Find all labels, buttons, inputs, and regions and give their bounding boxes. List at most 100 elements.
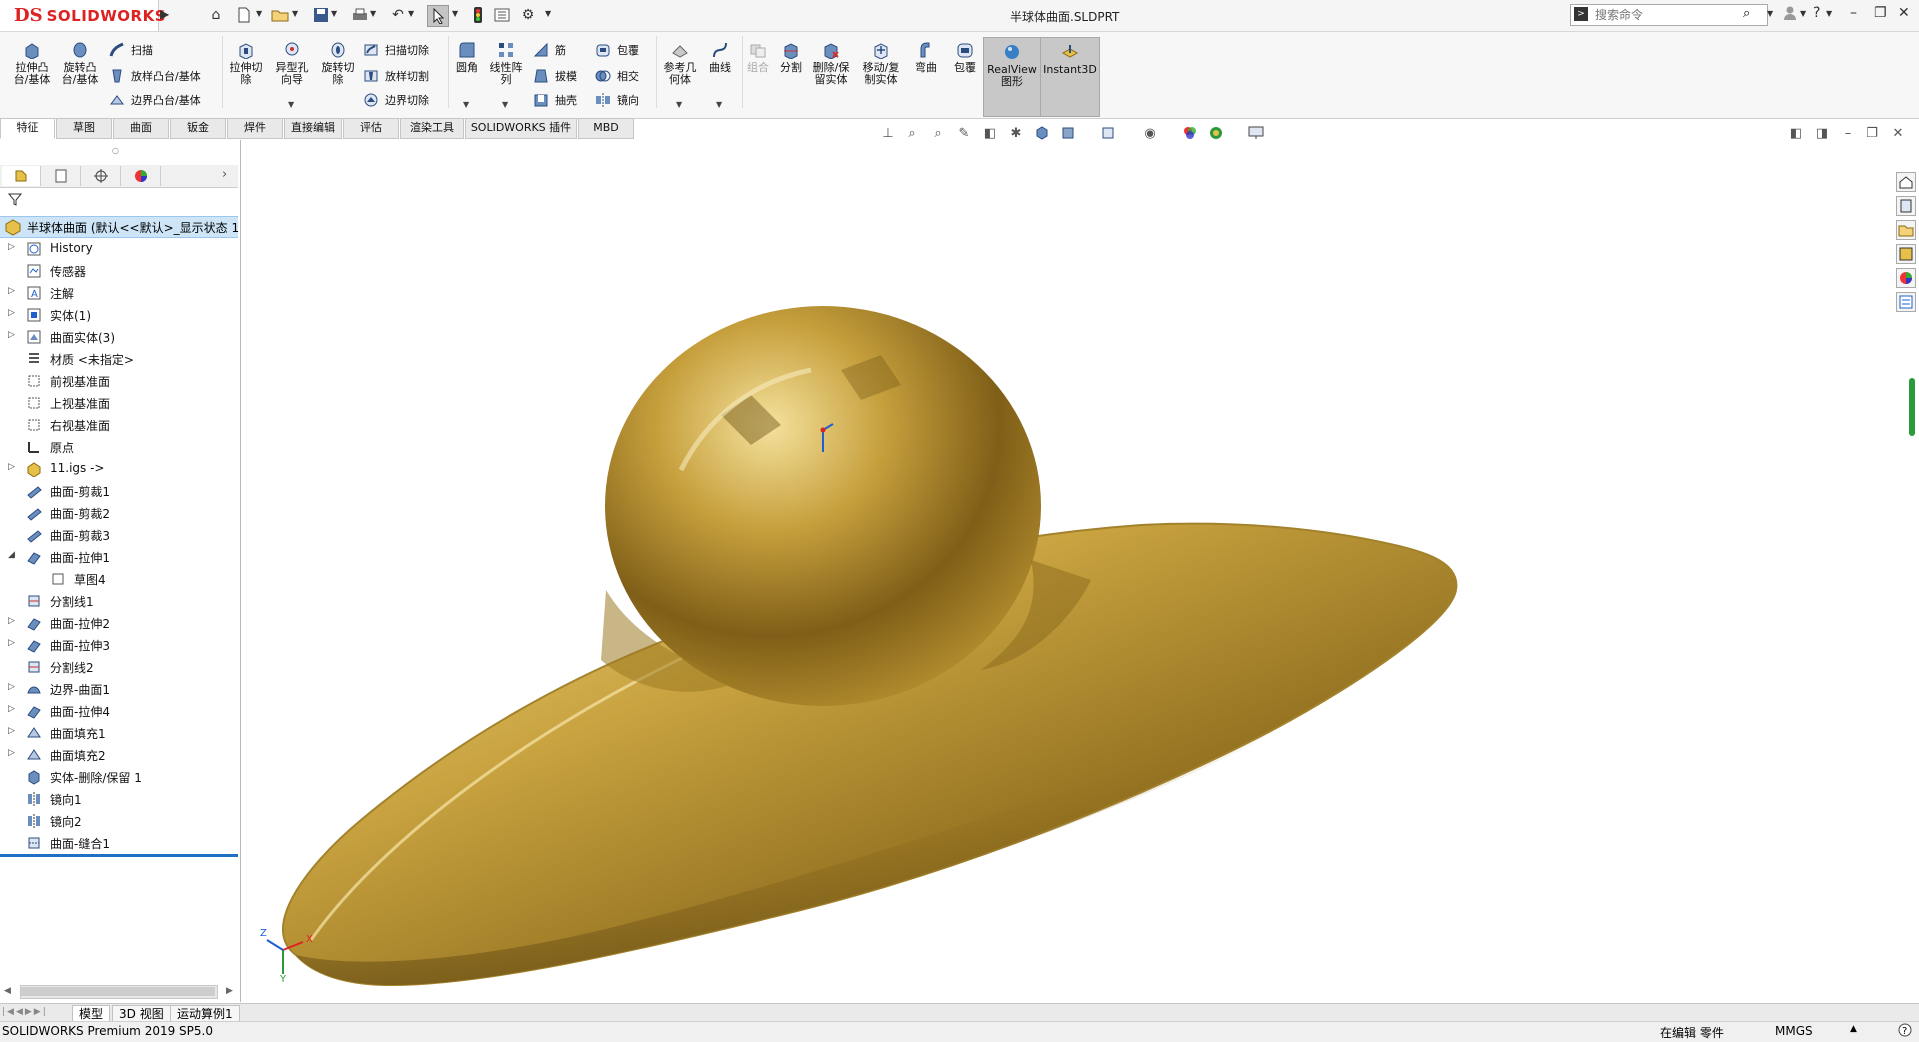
print-dropdown-chevron-icon[interactable]: ▼ (370, 9, 376, 18)
feature-tree-item[interactable]: ▷ 曲面-拉伸2 (0, 612, 238, 634)
expand-arrow-icon[interactable]: ▷ (8, 462, 15, 472)
tab-sheet-metal[interactable]: 钣金 (170, 118, 226, 139)
restore-window-icon[interactable]: ❐ (1874, 5, 1887, 21)
panel-expand-arrow-icon[interactable]: › (222, 167, 227, 182)
appearances-scenes-icon[interactable] (1896, 268, 1916, 288)
expand-arrow-icon[interactable]: ▷ (8, 286, 15, 296)
collapse-arrow-icon[interactable]: ◢ (8, 550, 15, 560)
loft-boss-button[interactable]: 放样凸台/基体 (108, 66, 201, 86)
help-icon[interactable]: ? (1813, 5, 1820, 21)
hole-wizard-button[interactable]: 异型孔 向导 (270, 40, 314, 86)
boundary-cut-button[interactable]: 边界切除 (362, 90, 429, 110)
search-dropdown-chevron-icon[interactable]: ▼ (1767, 9, 1773, 18)
mirror-button[interactable]: 镜向 (594, 90, 639, 110)
solidworks-resources-home-icon[interactable] (1896, 172, 1916, 192)
help-dropdown-chevron-icon[interactable]: ▼ (1826, 9, 1832, 18)
menu-expand-arrow-icon[interactable]: ▶ (160, 7, 170, 23)
expand-arrow-icon[interactable]: ▷ (8, 726, 15, 736)
viewport-scroll-indicator[interactable] (1909, 378, 1915, 436)
hscroll-left-arrow-icon[interactable]: ◀ (4, 986, 11, 996)
feature-tree-item[interactable]: 实体-删除/保留 1 (0, 766, 238, 788)
open-folder-icon[interactable] (270, 5, 290, 25)
cover-button[interactable]: 包覆 (948, 40, 982, 74)
feature-tree-item[interactable]: 曲面-剪裁2 (0, 502, 238, 524)
save-dropdown-chevron-icon[interactable]: ▼ (331, 9, 337, 18)
open-dropdown-chevron-icon[interactable]: ▼ (292, 9, 298, 18)
feature-tree-item[interactable]: ▷ 实体(1) (0, 304, 238, 326)
tab-weldments[interactable]: 焊件 (227, 118, 283, 139)
feature-tree-item[interactable]: ▷ 曲面-拉伸3 (0, 634, 238, 656)
custom-properties-icon[interactable] (1896, 292, 1916, 312)
expand-arrow-icon[interactable]: ▷ (8, 616, 15, 626)
delete-keep-body-button[interactable]: 删除/保 留实体 (808, 40, 854, 86)
sweep-button[interactable]: 扫描 (108, 40, 153, 60)
swept-cut-button[interactable]: 扫描切除 (362, 40, 429, 60)
reference-geometry-chevron-icon[interactable]: ▼ (676, 100, 682, 109)
expand-arrow-icon[interactable]: ▷ (8, 638, 15, 648)
expand-arrow-icon[interactable]: ▷ (8, 308, 15, 318)
new-document-icon[interactable] (234, 5, 254, 25)
feature-tree-item[interactable]: 材质 <未指定> (0, 348, 238, 370)
expand-arrow-icon[interactable]: ▷ (8, 242, 15, 252)
feature-tree-horizontal-scrollbar[interactable] (20, 985, 218, 999)
undo-icon[interactable]: ↶ (388, 5, 408, 25)
new-dropdown-chevron-icon[interactable]: ▼ (256, 9, 262, 18)
linear-pattern-chevron-icon[interactable]: ▼ (502, 100, 508, 109)
feature-tree-item[interactable]: 分割线2 (0, 656, 238, 678)
reference-geometry-button[interactable]: 参考几 何体 (658, 40, 702, 86)
move-copy-body-button[interactable]: 移动/复 制实体 (858, 40, 904, 86)
extrude-boss-button[interactable]: 拉伸凸 台/基体 (10, 40, 54, 86)
feature-tree-item[interactable]: ▷ 曲面填充2 (0, 744, 238, 766)
tab-sketch[interactable]: 草图 (56, 118, 112, 139)
rib-button[interactable]: 筋 (532, 40, 566, 60)
user-dropdown-chevron-icon[interactable]: ▼ (1800, 9, 1806, 18)
feature-tree-item[interactable]: 前视基准面 (0, 370, 238, 392)
select-pointer-icon[interactable] (427, 5, 449, 27)
hscroll-right-arrow-icon[interactable]: ▶ (226, 986, 233, 996)
design-library-icon[interactable] (1896, 196, 1916, 216)
realview-button[interactable]: RealView 图形 (983, 37, 1041, 117)
select-dropdown-chevron-icon[interactable]: ▼ (452, 9, 458, 18)
tab-solidworks-addins[interactable]: SOLIDWORKS 插件 (465, 118, 577, 139)
feature-tree-item[interactable]: ▷ 11.igs -> (0, 458, 238, 480)
draft-button[interactable]: 拔模 (532, 66, 577, 86)
print-icon[interactable] (350, 5, 370, 25)
wrap-button[interactable]: 包覆 (594, 40, 639, 60)
feature-tree-item[interactable]: 曲面-剪裁1 (0, 480, 238, 502)
view-palette-icon[interactable] (1896, 244, 1916, 264)
feature-tree-item[interactable]: 传感器 (0, 260, 238, 282)
save-icon[interactable] (311, 5, 331, 25)
curves-chevron-icon[interactable]: ▼ (716, 100, 722, 109)
undo-dropdown-chevron-icon[interactable]: ▼ (408, 9, 414, 18)
tab-render-tools[interactable]: 渲染工具 (400, 118, 464, 139)
status-units[interactable]: MMGS (1775, 1024, 1813, 1038)
feature-tree-tab-icon[interactable] (2, 166, 41, 186)
file-explorer-icon[interactable] (1896, 220, 1916, 240)
feature-tree-item[interactable]: ▷ 边界-曲面1 (0, 678, 238, 700)
flex-button[interactable]: 弯曲 (908, 40, 944, 74)
property-manager-tab-icon[interactable] (42, 166, 81, 186)
options-gear-icon[interactable]: ⚙ (518, 5, 538, 25)
tab-scroll-arrows-icon[interactable]: |◀◀▶▶| (2, 1007, 48, 1017)
file-properties-icon[interactable] (492, 5, 512, 25)
tab-features[interactable]: 特征 (0, 118, 55, 139)
feature-tree-item[interactable]: 原点 (0, 436, 238, 458)
expand-arrow-icon[interactable]: ▷ (8, 704, 15, 714)
home-icon[interactable]: ⌂ (206, 5, 226, 25)
graphics-viewport[interactable] (241, 140, 1887, 1002)
fillet-button[interactable]: 圆角 (450, 40, 484, 74)
feature-tree-item[interactable]: ▷ 曲面填充1 (0, 722, 238, 744)
close-window-icon[interactable]: ✕ (1898, 5, 1910, 21)
instant3d-button[interactable]: Instant3D (1040, 37, 1100, 117)
panel-collapse-dot-icon[interactable]: ○ (112, 146, 128, 155)
feature-tree-item[interactable]: 镜向2 (0, 810, 238, 832)
feature-tree-item[interactable]: 草图4 (0, 568, 238, 590)
units-dropdown-chevron-icon[interactable]: ▲ (1850, 1024, 1857, 1034)
feature-tree-item[interactable]: ▷ 曲面-拉伸4 (0, 700, 238, 722)
solidworks-logo[interactable]: DS SOLIDWORKS (0, 0, 166, 31)
search-commands-input[interactable] (1593, 6, 1737, 24)
rollback-bar[interactable] (0, 854, 238, 857)
linear-pattern-button[interactable]: 线性阵 列 (486, 40, 526, 86)
combine-button[interactable]: 组合 (744, 40, 772, 74)
viewport-close-icon[interactable]: ✕ (1888, 124, 1908, 142)
